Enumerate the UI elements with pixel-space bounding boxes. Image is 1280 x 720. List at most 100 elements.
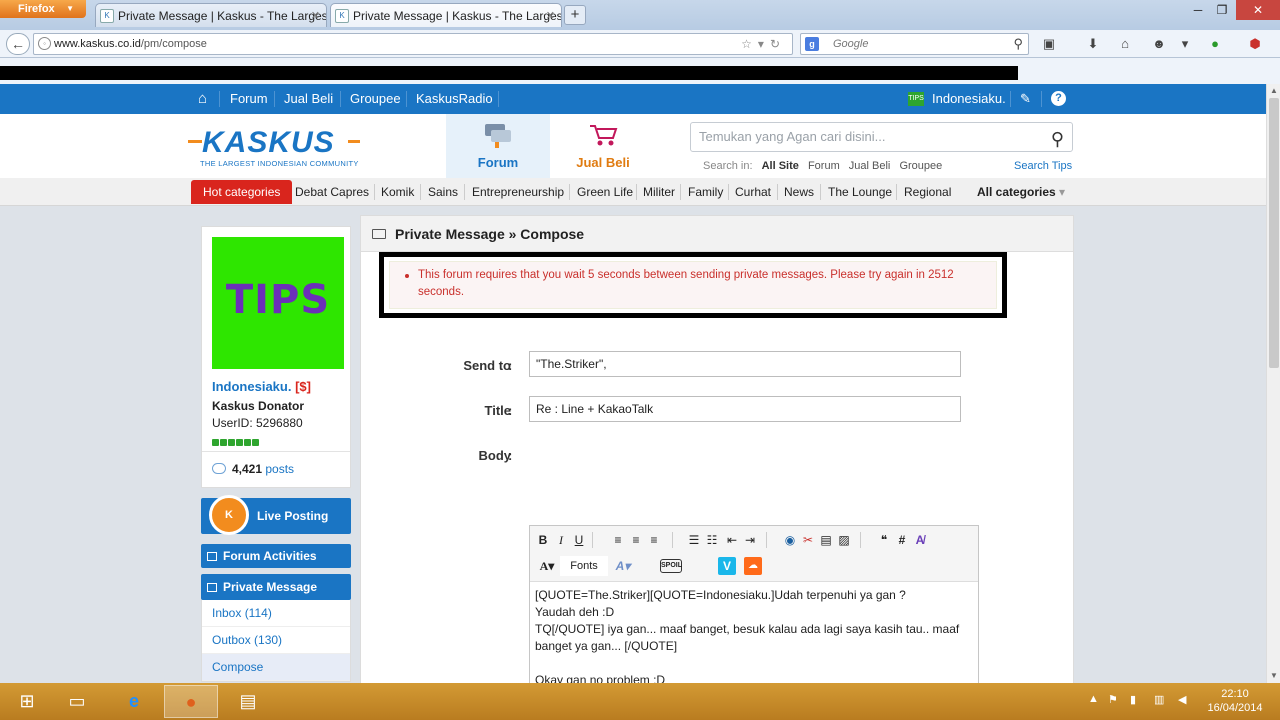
quote-icon[interactable]: ❝ bbox=[876, 531, 892, 549]
body-editor[interactable]: B I U ≡ ≡ ≡ ☰ ☷ ⇤ ⇥ ◉ ✂ ▤ ▨ ❝ # A̸ A▾ Fo… bbox=[529, 525, 979, 683]
search-tips-link[interactable]: Search Tips bbox=[1014, 160, 1072, 172]
firefox-menu-button[interactable]: Firefox ▼ bbox=[0, 0, 86, 18]
adblock-icon[interactable]: ⬢ bbox=[1246, 36, 1264, 52]
topnav-kaskusradio[interactable]: KaskusRadio bbox=[416, 84, 493, 114]
remove-format-icon[interactable]: A̸ bbox=[912, 531, 928, 549]
search-icon[interactable]: ⚲ bbox=[1013, 34, 1023, 54]
kaskus-logo[interactable]: KASKUS THE LARGEST INDONESIAN COMMUNITY bbox=[188, 128, 362, 168]
bullet-list-icon[interactable]: ☰ bbox=[686, 531, 702, 549]
numbered-list-icon[interactable]: ☷ bbox=[704, 531, 720, 549]
category-komik[interactable]: Komik bbox=[381, 178, 414, 206]
category-regional[interactable]: Regional bbox=[904, 178, 951, 206]
minimize-icon[interactable]: ─ bbox=[1186, 0, 1210, 20]
close-tab-icon[interactable]: ✕ bbox=[546, 9, 555, 22]
hashtag-icon[interactable]: # bbox=[894, 531, 910, 549]
home-icon[interactable]: ⌂ bbox=[198, 84, 207, 114]
new-tab-button[interactable]: + bbox=[564, 5, 586, 25]
forum-activities-button[interactable]: Forum Activities bbox=[201, 544, 351, 568]
all-categories-dropdown[interactable]: All categories ▾ bbox=[977, 178, 1065, 206]
download-icon[interactable]: ⬇ bbox=[1084, 36, 1102, 52]
windows-start-icon[interactable]: ⊞ bbox=[0, 685, 54, 718]
align-center-icon[interactable]: ≡ bbox=[628, 531, 644, 549]
system-clock[interactable]: 22:10 16/04/2014 bbox=[1204, 687, 1266, 715]
search-option-forum[interactable]: Forum bbox=[808, 160, 840, 172]
hot-categories-tab[interactable]: Hot categories bbox=[191, 180, 293, 204]
outdent-icon[interactable]: ⇤ bbox=[724, 531, 740, 549]
category-debat-capres[interactable]: Debat Capres bbox=[295, 178, 369, 206]
browser-tab-active[interactable]: K Private Message | Kaskus - The Larges.… bbox=[330, 3, 562, 27]
firefox-taskbar-icon[interactable]: ● bbox=[164, 685, 218, 718]
flag-icon[interactable]: ⚑ bbox=[1108, 693, 1118, 706]
close-tab-icon[interactable]: ✕ bbox=[311, 9, 320, 22]
internet-explorer-icon[interactable]: e bbox=[107, 685, 161, 718]
search-option-all-site[interactable]: All Site bbox=[762, 160, 799, 172]
align-left-icon[interactable]: ≡ bbox=[610, 531, 626, 549]
volume-icon[interactable]: ◀ bbox=[1178, 693, 1186, 706]
body-text[interactable]: [QUOTE=The.Striker][QUOTE=Indonesiaku.]U… bbox=[535, 587, 971, 683]
network-icon[interactable]: ▥ bbox=[1154, 693, 1164, 706]
user-avatar-icon[interactable]: TIPS bbox=[908, 92, 924, 106]
category-curhat[interactable]: Curhat bbox=[735, 178, 771, 206]
browser-tab[interactable]: K Private Message | Kaskus - The Larges.… bbox=[95, 3, 327, 27]
category-sains[interactable]: Sains bbox=[428, 178, 458, 206]
category-green-life[interactable]: Green Life bbox=[577, 178, 633, 206]
vimeo-icon[interactable]: V bbox=[718, 557, 736, 575]
pencil-icon[interactable]: ✎ bbox=[1020, 84, 1031, 114]
avatar[interactable]: TIPS bbox=[212, 237, 344, 369]
app-window-icon[interactable]: ▤ bbox=[221, 685, 275, 718]
category-the-lounge[interactable]: The Lounge bbox=[828, 178, 892, 206]
back-arrow-icon[interactable]: ← bbox=[6, 33, 30, 55]
help-icon[interactable]: ? bbox=[1051, 91, 1066, 106]
title-input[interactable]: Re : Line + KakaoTalk bbox=[529, 396, 961, 422]
unlink-icon[interactable]: ✂ bbox=[800, 531, 816, 549]
chevron-down-icon[interactable]: ▾ bbox=[1176, 36, 1194, 52]
search-option-groupee[interactable]: Groupee bbox=[899, 160, 942, 172]
live-posting-button[interactable]: K Live Posting bbox=[201, 495, 351, 535]
topnav-username[interactable]: Indonesiaku. bbox=[932, 84, 1006, 114]
image-icon[interactable]: ▨ bbox=[836, 531, 852, 549]
extension-icon[interactable]: ☻ bbox=[1150, 36, 1168, 52]
scroll-up-icon[interactable]: ▲ bbox=[1267, 84, 1280, 98]
attachment-icon[interactable]: ▤ bbox=[818, 531, 834, 549]
search-option-jual-beli[interactable]: Jual Beli bbox=[849, 160, 891, 172]
pm-outbox-link[interactable]: Outbox (130) bbox=[202, 627, 350, 654]
scroll-down-icon[interactable]: ▼ bbox=[1267, 669, 1280, 683]
fonts-dropdown[interactable]: Fonts bbox=[560, 556, 608, 576]
font-color-icon[interactable]: A▾ bbox=[536, 557, 558, 575]
send-to-input[interactable]: "The.Striker", bbox=[529, 351, 961, 377]
bookmark-star-icon[interactable]: ☆▾↻ bbox=[741, 34, 786, 54]
header-tab-jual-beli[interactable]: Jual Beli bbox=[551, 114, 655, 178]
pm-compose-link[interactable]: Compose bbox=[202, 654, 350, 681]
link-icon[interactable]: ◉ bbox=[782, 531, 798, 549]
window-close-icon[interactable]: ✕ bbox=[1236, 0, 1280, 20]
underline-icon[interactable]: U bbox=[572, 531, 586, 549]
topnav-jual-beli[interactable]: Jual Beli bbox=[284, 84, 333, 114]
screenshot-icon[interactable]: ▣ bbox=[1040, 36, 1058, 52]
file-explorer-icon[interactable]: ▭ bbox=[50, 685, 104, 718]
restore-icon[interactable]: ❐ bbox=[1210, 0, 1234, 20]
private-message-button[interactable]: Private Message bbox=[201, 574, 351, 600]
site-search-input[interactable]: Temukan yang Agan cari disini... ⚲ bbox=[690, 122, 1073, 152]
font-size-icon[interactable]: A▾ bbox=[612, 557, 634, 575]
soundcloud-icon[interactable]: ☁ bbox=[744, 557, 762, 575]
header-tab-forum[interactable]: Forum bbox=[446, 114, 550, 178]
category-family[interactable]: Family bbox=[688, 178, 723, 206]
category-entrepreneurship[interactable]: Entrepreneurship bbox=[472, 178, 564, 206]
browser-search-box[interactable]: g Google ⚲ bbox=[800, 33, 1029, 55]
topnav-forum[interactable]: Forum bbox=[230, 84, 268, 114]
spoiler-icon[interactable]: SPOIL bbox=[660, 559, 682, 573]
category-news[interactable]: News bbox=[784, 178, 814, 206]
tray-up-arrow-icon[interactable]: ▲ bbox=[1088, 693, 1099, 705]
search-icon[interactable]: ⚲ bbox=[1051, 125, 1064, 153]
power-icon[interactable]: ▮ bbox=[1130, 693, 1136, 706]
page-scrollbar[interactable]: ▲ ▼ bbox=[1266, 84, 1280, 683]
align-right-icon[interactable]: ≡ bbox=[646, 531, 662, 549]
sync-icon[interactable]: ● bbox=[1206, 36, 1224, 52]
category-militer[interactable]: Militer bbox=[643, 178, 675, 206]
italic-icon[interactable]: I bbox=[554, 531, 568, 549]
posts-count[interactable]: 4,421 posts bbox=[202, 451, 350, 487]
home-icon[interactable]: ⌂ bbox=[1116, 36, 1134, 52]
pm-inbox-link[interactable]: Inbox (114) bbox=[202, 600, 350, 627]
profile-username[interactable]: Indonesiaku. [$] bbox=[212, 379, 311, 394]
url-bar[interactable]: ◦ www.kaskus.co.id/pm/compose ☆▾↻ bbox=[33, 33, 793, 55]
